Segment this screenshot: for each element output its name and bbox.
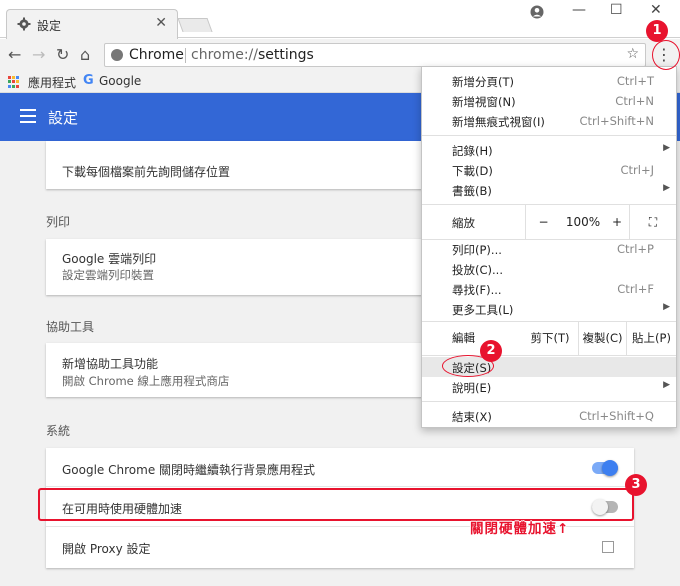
tab-settings[interactable]: 設定 ✕ xyxy=(6,9,178,39)
fullscreen-icon[interactable]: ⛶ xyxy=(629,205,676,239)
menu-cut-button[interactable]: 剪下(T) xyxy=(522,321,578,355)
zoom-level: 100% xyxy=(565,215,601,229)
add-accessibility-sub: 開啟 Chrome 線上應用程式商店 xyxy=(62,374,230,388)
maximize-button[interactable]: ☐ xyxy=(610,2,623,18)
cloud-print-title: Google 雲端列印 xyxy=(62,252,157,266)
page-title: 設定 xyxy=(48,109,79,127)
menu-find[interactable]: 尋找(F)... Ctrl+F xyxy=(422,279,676,299)
menu-print[interactable]: 列印(P)... Ctrl+P xyxy=(422,239,676,259)
bookmark-google[interactable]: Google xyxy=(99,74,141,88)
menu-downloads[interactable]: 下載(D) Ctrl+J xyxy=(422,160,676,180)
menu-edit-row: 編輯 剪下(T) 複製(C) 貼上(P) xyxy=(422,321,676,355)
zoom-out-button[interactable]: − xyxy=(525,205,561,239)
forward-button[interactable]: → xyxy=(32,45,45,64)
section-accessibility-label: 協助工具 xyxy=(46,320,95,334)
proxy-settings-label[interactable]: 開啟 Proxy 設定 xyxy=(62,540,151,557)
step-3-badge: 3 xyxy=(625,474,647,496)
menu-new-incognito[interactable]: 新增無痕式視窗(I) Ctrl+Shift+N xyxy=(422,111,676,131)
submenu-arrow-icon: ▶ xyxy=(663,380,670,390)
menu-zoom-row: 縮放 − 100% + ⛶ xyxy=(422,205,676,239)
menu-new-tab[interactable]: 新增分頁(T) Ctrl+T xyxy=(422,71,676,91)
gear-icon xyxy=(17,17,31,31)
background-apps-label: Google Chrome 關閉時繼續執行背景應用程式 xyxy=(62,463,316,477)
submenu-arrow-icon: ▶ xyxy=(663,143,670,153)
bookmark-star-icon[interactable]: ☆ xyxy=(626,46,639,62)
url-text: chrome://settings xyxy=(191,47,314,63)
section-print-label: 列印 xyxy=(46,215,71,229)
title-bar: 設定 ✕ — ☐ ✕ xyxy=(0,0,680,39)
menu-exit[interactable]: 結束(X) Ctrl+Shift+Q xyxy=(422,406,676,426)
home-button[interactable]: ⌂ xyxy=(80,45,90,64)
address-bar[interactable]: Chrome chrome://settings ☆ xyxy=(104,43,646,67)
section-system-label: 系統 xyxy=(46,424,71,438)
cloud-print-sub: 設定雲端列印裝置 xyxy=(62,268,154,282)
menu-cast[interactable]: 投放(C)... xyxy=(422,259,676,279)
disable-hw-acceleration-callout: 關閉硬體加速↑ xyxy=(470,521,570,537)
tab-close-icon[interactable]: ✕ xyxy=(155,15,167,31)
edit-label: 編輯 xyxy=(452,331,475,345)
menu-new-window[interactable]: 新增視窗(N) Ctrl+N xyxy=(422,91,676,111)
menu-more-tools[interactable]: 更多工具(L) ▶ xyxy=(422,299,676,319)
omnibox-separator xyxy=(185,48,186,63)
add-accessibility-title: 新增協助工具功能 xyxy=(62,357,159,371)
zoom-label: 縮放 xyxy=(452,216,475,230)
back-button[interactable]: ← xyxy=(8,45,21,64)
step-1-badge: 1 xyxy=(646,20,668,42)
background-apps-toggle[interactable] xyxy=(592,460,618,476)
menu-history[interactable]: 記錄(H) ▶ xyxy=(422,140,676,160)
tab-title: 設定 xyxy=(37,19,62,33)
minimize-button[interactable]: — xyxy=(572,2,586,18)
menu-button-highlight xyxy=(652,40,680,70)
apps-grid-icon xyxy=(8,76,20,88)
menu-copy-button[interactable]: 複製(C) xyxy=(578,321,626,355)
external-link-icon[interactable] xyxy=(602,541,614,553)
chrome-site-icon xyxy=(111,49,123,61)
site-name: Chrome xyxy=(129,47,184,63)
account-icon[interactable] xyxy=(530,5,544,19)
google-g-icon: G xyxy=(83,73,94,88)
hamburger-icon[interactable] xyxy=(20,109,36,123)
submenu-arrow-icon: ▶ xyxy=(663,302,670,312)
window-close-button[interactable]: ✕ xyxy=(650,2,662,18)
submenu-arrow-icon: ▶ xyxy=(663,183,670,193)
reload-button[interactable]: ↻ xyxy=(56,45,69,64)
menu-paste-button[interactable]: 貼上(P) xyxy=(626,321,676,355)
step-2-badge: 2 xyxy=(480,340,502,362)
menu-bookmarks[interactable]: 書籤(B) ▶ xyxy=(422,180,676,200)
new-tab-button[interactable] xyxy=(177,18,213,32)
bookmark-apps[interactable]: 應用程式 xyxy=(28,74,76,91)
download-ask-location[interactable]: 下載每個檔案前先詢問儲存位置 xyxy=(62,163,230,180)
menu-help[interactable]: 說明(E) ▶ xyxy=(422,377,676,397)
zoom-in-button[interactable]: + xyxy=(605,205,629,239)
